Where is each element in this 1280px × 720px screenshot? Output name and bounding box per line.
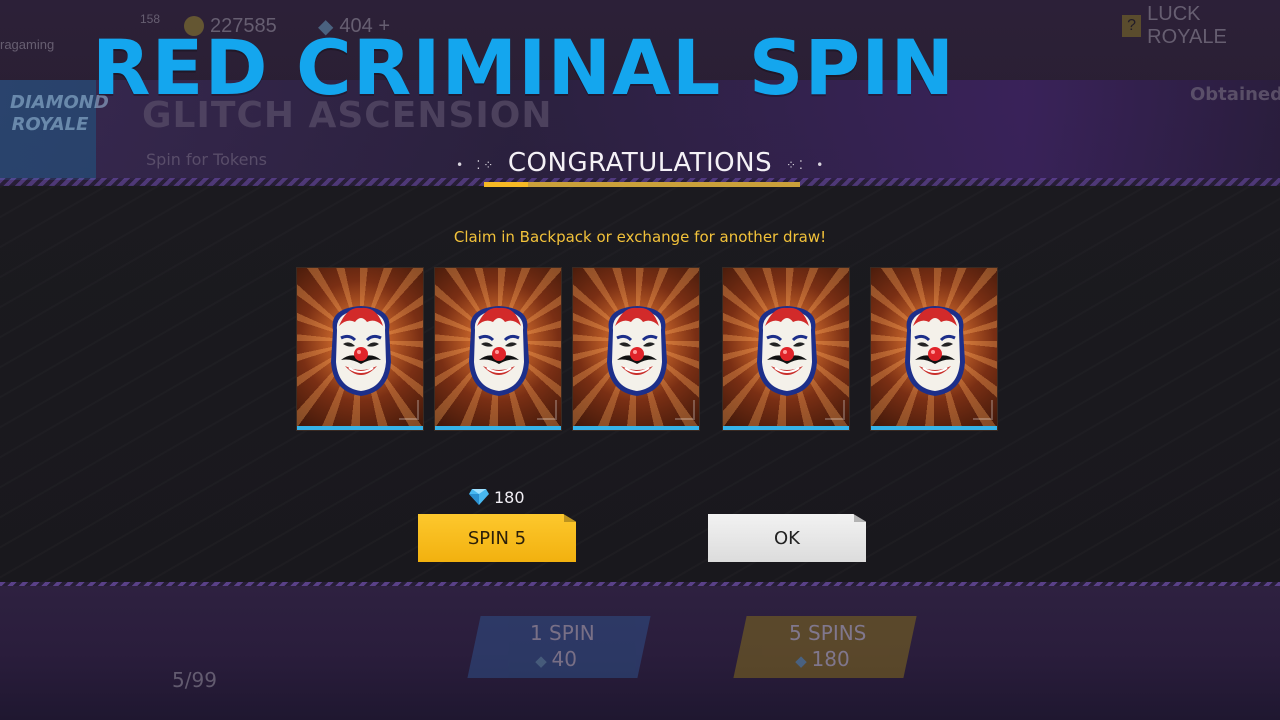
dialog-title: CONGRATULATIONS <box>507 148 773 178</box>
ok-label: OK <box>774 527 800 549</box>
card-rarity-bar <box>723 426 849 430</box>
progress-count: 5/99 <box>172 668 217 692</box>
spin-cost: 180 <box>468 486 525 508</box>
spin-cost-value: 180 <box>494 487 525 507</box>
reward-card[interactable] <box>296 267 424 431</box>
question-icon[interactable]: ? <box>1122 15 1142 37</box>
one-spin-cost-value: 40 <box>551 647 578 671</box>
clown-mask-icon <box>331 306 391 396</box>
one-spin-label: 1 SPIN <box>529 621 595 645</box>
five-spins-button[interactable]: 5 SPINS ◆ 180 <box>733 616 917 678</box>
card-rarity-bar <box>435 426 561 430</box>
sparkle-icon: ⁘⁚ • <box>786 158 827 172</box>
clown-mask-icon <box>469 306 529 396</box>
clown-mask-icon <box>757 306 817 396</box>
side-logo: DIAMOND ROYALE <box>10 92 109 135</box>
title-underline <box>484 182 800 187</box>
card-corner <box>675 400 695 420</box>
reward-card[interactable] <box>434 267 562 431</box>
spin-5-button[interactable]: SPIN 5 <box>418 514 576 562</box>
mode-title: ? LUCK ROYALE <box>1122 3 1280 48</box>
card-rarity-bar <box>573 426 699 430</box>
card-corner <box>973 400 993 420</box>
five-spins-cost: ◆ 180 <box>795 646 850 674</box>
five-spins-label: 5 SPINS <box>789 621 867 645</box>
one-spin-cost: ◆ 40 <box>535 646 577 674</box>
dialog-message: Claim in Backpack or exchange for anothe… <box>453 228 827 246</box>
ok-button[interactable]: OK <box>708 514 866 562</box>
event-subtitle: Spin for Tokens <box>146 150 267 169</box>
clown-mask-icon <box>607 306 667 396</box>
diamond-icon: ◆ <box>794 652 812 670</box>
diamond-icon: ◆ <box>535 652 552 670</box>
spin-5-label: SPIN 5 <box>467 527 527 549</box>
reward-card[interactable] <box>572 267 700 431</box>
card-rarity-bar <box>297 426 423 430</box>
five-spins-cost-value: 180 <box>811 647 850 671</box>
clown-mask-icon <box>905 306 965 396</box>
card-corner <box>537 400 557 420</box>
card-rarity-bar <box>871 426 997 430</box>
reward-card[interactable] <box>870 267 998 431</box>
one-spin-button[interactable]: 1 SPIN ◆ 40 <box>467 616 651 678</box>
headline-title: RED CRIMINAL SPIN <box>92 23 956 112</box>
mode-label: LUCK ROYALE <box>1147 3 1227 48</box>
reward-card[interactable] <box>722 267 850 431</box>
obtained-label: Obtained <box>1190 84 1280 105</box>
card-corner <box>399 400 419 420</box>
username: ragaming <box>0 36 55 52</box>
card-corner <box>825 400 845 420</box>
diamond-icon <box>469 489 489 505</box>
